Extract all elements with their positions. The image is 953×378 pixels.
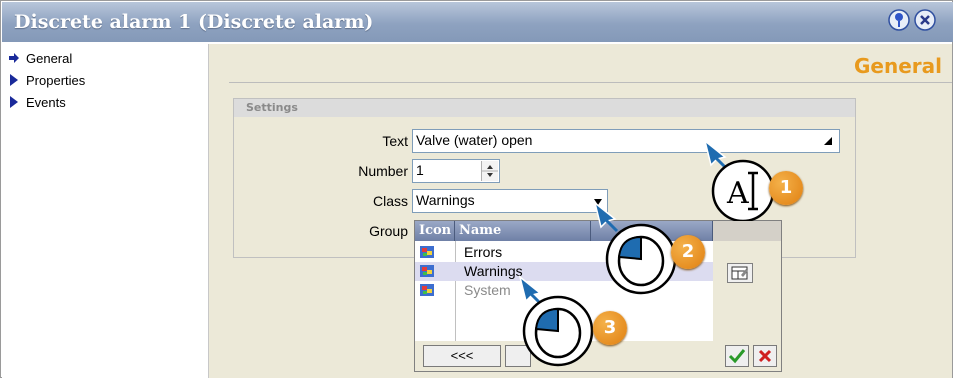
svg-text:A: A [726,176,749,211]
callout-badge-3: 3 [593,311,627,345]
help-pin-icon[interactable] [888,9,910,31]
window-title: Discrete alarm 1 (Discrete alarm) [14,11,374,33]
triangle-right-icon [10,96,18,108]
title-bar: Discrete alarm 1 (Discrete alarm) [2,2,953,42]
number-value: 1 [416,162,424,178]
nav-item-label: General [26,50,73,66]
callout-badge-2: 2 [671,235,705,269]
column-header-name[interactable]: Name [455,221,591,241]
nav-item-label: Properties [26,72,86,88]
settings-title: Settings [246,101,298,114]
group-label: Group [369,223,408,239]
class-dropdown[interactable]: Warnings [412,189,608,213]
ok-button[interactable] [725,345,749,367]
column-header-icon[interactable]: Icon [415,221,455,241]
settings-header: Settings [234,99,855,117]
arrow-right-icon [9,53,19,63]
divider [229,82,952,83]
alarm-dialog: Discrete alarm 1 (Discrete alarm) Genera… [0,0,953,378]
text-label: Text [382,133,408,149]
expand-corner-icon[interactable] [823,136,833,146]
nav-item-events[interactable]: Events [8,93,66,111]
nav-item-label: Events [26,94,66,110]
class-value: Warnings [416,192,475,208]
triangle-right-icon [10,74,18,86]
nav-item-properties[interactable]: Properties [8,71,85,89]
spin-arrows-icon [482,165,498,177]
callout-badge-1: 1 [769,171,803,205]
header-spacer [713,221,781,241]
page-title: General [854,54,942,78]
alarm-class-icon [420,265,434,277]
close-icon[interactable] [914,9,936,31]
class-label: Class [372,193,408,209]
text-cursor-callout-icon: A [703,139,775,221]
alarm-class-icon [420,284,434,296]
edit-button[interactable] [727,263,753,283]
cancel-button[interactable] [753,345,777,367]
number-label: Number [358,163,408,179]
nav-item-general[interactable]: General [8,49,72,67]
text-field-value: Valve (water) open [416,132,533,148]
alarm-class-icon [420,246,434,258]
checkmark-icon [728,349,746,364]
list-item-label: Errors [464,244,503,260]
list-item-label: System [464,282,511,298]
number-stepper[interactable]: 1 [412,159,500,183]
red-x-icon [758,349,772,363]
table-edit-icon [731,266,748,280]
spin-buttons[interactable] [481,161,498,181]
back-button[interactable]: <<< [423,345,501,367]
nav-tree: General Properties Events [2,44,209,378]
side-panel [713,241,781,341]
